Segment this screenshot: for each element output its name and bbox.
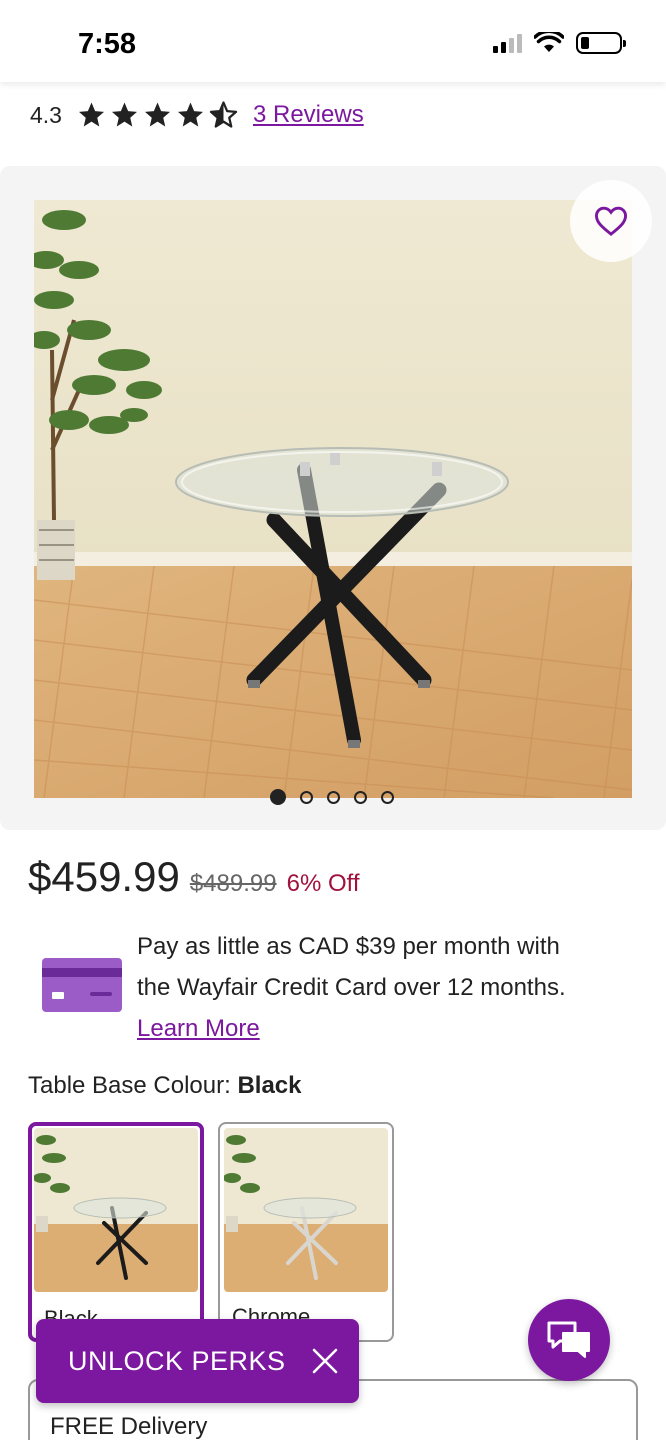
price-row: $459.99 $489.99 6% Off (28, 853, 360, 901)
heart-icon (594, 206, 628, 236)
product-image-gallery[interactable] (0, 166, 666, 830)
pagination-dot[interactable] (354, 790, 367, 804)
rating-row: 4.3 3 Reviews (30, 100, 364, 130)
wifi-icon (534, 32, 564, 52)
gallery-pagination (270, 789, 394, 805)
star-icon (144, 102, 170, 127)
original-price: $489.99 (189, 870, 277, 897)
option-selected-value: Black (237, 1072, 302, 1099)
star-icon (111, 102, 137, 127)
close-icon[interactable] (311, 1347, 339, 1375)
battery-icon (576, 32, 626, 54)
swatch-chrome[interactable]: Chrome (218, 1122, 394, 1342)
chat-icon (547, 1321, 590, 1358)
signal-icon (493, 33, 522, 53)
pagination-dot[interactable] (300, 790, 313, 804)
rating-score: 4.3 (30, 101, 62, 128)
unlock-perks-label: UNLOCK PERKS (68, 1345, 286, 1376)
reviews-link[interactable]: 3 Reviews (253, 101, 364, 129)
star-icon (177, 102, 203, 127)
option-label-text: Table Base Colour: (28, 1072, 231, 1099)
credit-card-icon (42, 958, 122, 1012)
status-time: 7:58 (78, 28, 137, 60)
credit-line-1: Pay as little as CAD $39 per month with (137, 933, 560, 960)
chat-button[interactable] (528, 1299, 610, 1381)
credit-text: Pay as little as CAD $39 per month with … (137, 926, 637, 1049)
half-star-icon (209, 101, 238, 128)
rating-stars (76, 100, 239, 130)
credit-line-2: the Wayfair Credit Card over 12 months. (137, 974, 566, 1001)
option-label: Table Base Colour: Black (28, 1072, 302, 1100)
pagination-dot[interactable] (381, 790, 394, 804)
pagination-dot[interactable] (327, 790, 340, 804)
status-icons (493, 32, 626, 54)
current-price: $459.99 (28, 853, 180, 900)
delivery-text: FREE Delivery (50, 1413, 208, 1440)
discount-badge: 6% Off (286, 870, 360, 897)
star-icon (78, 102, 104, 127)
swatch-black[interactable]: Black (28, 1122, 204, 1342)
pagination-dot[interactable] (270, 789, 286, 805)
learn-more-link[interactable]: Learn More (137, 1008, 260, 1049)
favorite-button[interactable] (570, 180, 652, 262)
status-bar: 7:58 (0, 0, 666, 82)
unlock-perks-banner[interactable]: UNLOCK PERKS (36, 1319, 359, 1403)
swatch-thumbnail (224, 1128, 388, 1292)
swatch-thumbnail (34, 1128, 198, 1292)
product-photo[interactable] (34, 200, 632, 798)
